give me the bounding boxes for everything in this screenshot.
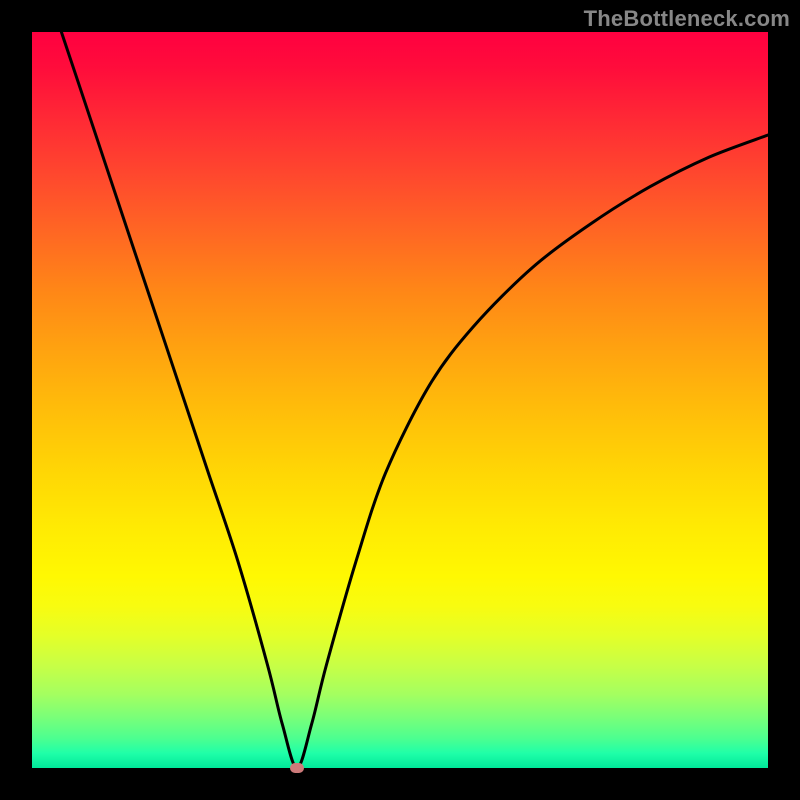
plot-area [32, 32, 768, 768]
watermark-text: TheBottleneck.com [584, 6, 790, 32]
chart-container: TheBottleneck.com [0, 0, 800, 800]
optimal-point-marker [290, 763, 304, 773]
bottleneck-curve [61, 32, 768, 768]
curve-svg [32, 32, 768, 768]
